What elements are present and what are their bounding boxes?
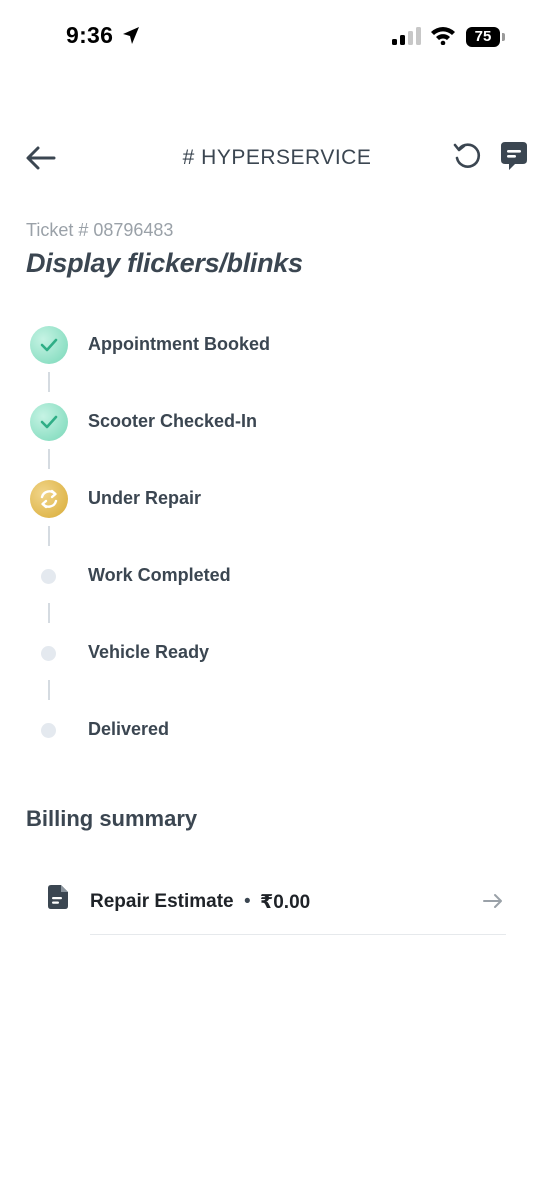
step-status-in-progress [30, 480, 68, 518]
timeline-connector [48, 680, 50, 700]
check-icon [40, 338, 58, 352]
timeline-step-scooter-checked-in: Scooter Checked-In [0, 399, 554, 445]
timeline-connector [48, 449, 50, 469]
battery-indicator: 75 [466, 27, 500, 47]
ticket-number: Ticket # 08796483 [26, 220, 174, 240]
timeline-step-delivered: Delivered [0, 707, 554, 753]
timeline-step-under-repair: Under Repair [0, 476, 554, 522]
wifi-icon [431, 27, 455, 45]
arrow-right-icon[interactable] [482, 892, 504, 910]
status-time: 9:36 [66, 22, 114, 48]
step-label: Under Repair [88, 488, 202, 508]
billing-item-separator: • [244, 891, 251, 912]
chat-icon[interactable] [498, 140, 530, 174]
step-status-done [30, 403, 68, 441]
document-icon [48, 885, 68, 909]
step-status-done [30, 326, 68, 364]
billing-divider [90, 934, 506, 935]
step-label: Scooter Checked-In [88, 411, 258, 431]
timeline-connector [48, 372, 50, 392]
battery-level: 75 [474, 28, 492, 45]
timeline-connector [48, 526, 50, 546]
step-label: Vehicle Ready [88, 642, 210, 662]
top-header: # HYPERSERVICE [0, 130, 554, 186]
timeline-step-work-completed: Work Completed [0, 553, 554, 599]
timeline-step-vehicle-ready: Vehicle Ready [0, 630, 554, 676]
step-label: Appointment Booked [88, 334, 270, 354]
refresh-icon [40, 489, 58, 509]
billing-summary-title: Billing summary [26, 806, 198, 831]
timeline-connector [48, 603, 50, 623]
check-icon [40, 415, 58, 429]
timeline-step-appointment-booked: Appointment Booked [0, 322, 554, 368]
repair-estimate-row[interactable]: Repair Estimate • ₹0.00 [0, 872, 554, 936]
step-label: Work Completed [88, 565, 231, 585]
step-status-pending [41, 569, 56, 584]
billing-item-amount: ₹0.00 [260, 892, 311, 913]
battery-cap [502, 33, 505, 41]
history-icon[interactable] [452, 140, 484, 172]
step-label: Delivered [88, 719, 170, 739]
step-status-pending [41, 723, 56, 738]
signal-icon [392, 27, 421, 45]
ticket-title: Display flickers/blinks [26, 248, 303, 278]
billing-item-label: Repair Estimate [90, 891, 234, 912]
step-status-pending [41, 646, 56, 661]
status-bar: 9:36 75 [0, 0, 554, 76]
location-arrow-icon [123, 27, 139, 44]
